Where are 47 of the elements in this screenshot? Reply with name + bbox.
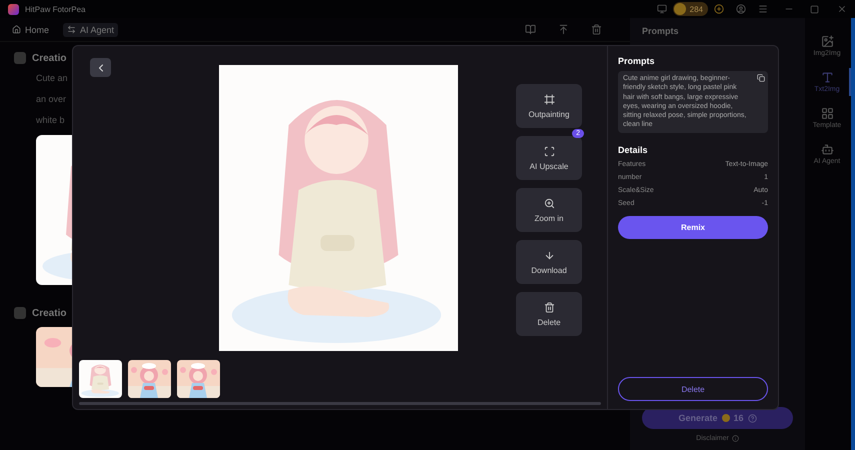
image-plus-icon bbox=[820, 35, 834, 48]
section-icon bbox=[14, 52, 26, 64]
swap-icon bbox=[67, 25, 76, 34]
prompt-text: an over bbox=[35, 93, 66, 106]
nav-tab[interactable]: Home bbox=[8, 22, 54, 36]
back-button[interactable] bbox=[90, 58, 111, 77]
tool-button[interactable]: Zoom in bbox=[516, 188, 582, 232]
section-heading: Details bbox=[618, 144, 649, 155]
coin-balance: 284 bbox=[672, 2, 708, 16]
remix-button[interactable]: Remix bbox=[618, 216, 768, 239]
section-title: Creatio bbox=[32, 52, 66, 64]
prompt-text: white b bbox=[35, 114, 65, 127]
scrollbar[interactable] bbox=[79, 402, 601, 405]
upload-icon[interactable] bbox=[558, 24, 569, 35]
panel-title: Prompts bbox=[642, 26, 680, 36]
trash-icon[interactable] bbox=[591, 24, 602, 35]
text-icon bbox=[820, 71, 834, 84]
section-title: Creatio bbox=[32, 308, 66, 318]
coin-icon bbox=[722, 414, 730, 422]
trash-icon bbox=[544, 302, 554, 312]
nav-tab[interactable]: AI Agent bbox=[63, 22, 118, 36]
menu-icon[interactable] bbox=[758, 4, 768, 14]
copy-icon[interactable] bbox=[757, 74, 765, 82]
section-heading: Prompts bbox=[618, 56, 656, 66]
robot-icon bbox=[820, 143, 834, 156]
expand-icon bbox=[544, 146, 554, 156]
tool-button[interactable]: Outpainting bbox=[516, 84, 582, 128]
tool-button[interactable]: Delete bbox=[516, 292, 582, 336]
zoom-in-icon bbox=[544, 198, 554, 208]
grid-icon bbox=[820, 107, 834, 120]
tool-button[interactable]: AI Upscale bbox=[516, 136, 582, 180]
add-icon[interactable] bbox=[714, 4, 724, 14]
user-icon[interactable] bbox=[736, 4, 746, 14]
frame-icon bbox=[544, 94, 554, 104]
info-icon[interactable] bbox=[732, 435, 739, 442]
tool-button[interactable]: Download bbox=[516, 240, 582, 284]
help-icon bbox=[748, 414, 757, 422]
app-logo bbox=[8, 4, 19, 14]
prompt-text: Cute an bbox=[35, 72, 68, 85]
home-icon bbox=[12, 25, 21, 34]
monitor-icon[interactable] bbox=[656, 4, 667, 14]
delete-button[interactable]: Delete bbox=[618, 377, 768, 401]
download-icon bbox=[544, 250, 554, 260]
close-icon[interactable] bbox=[837, 4, 847, 14]
maximize-icon[interactable] bbox=[810, 4, 819, 14]
section-icon bbox=[14, 307, 26, 319]
window-title: HitPaw FotorPea bbox=[25, 4, 86, 14]
